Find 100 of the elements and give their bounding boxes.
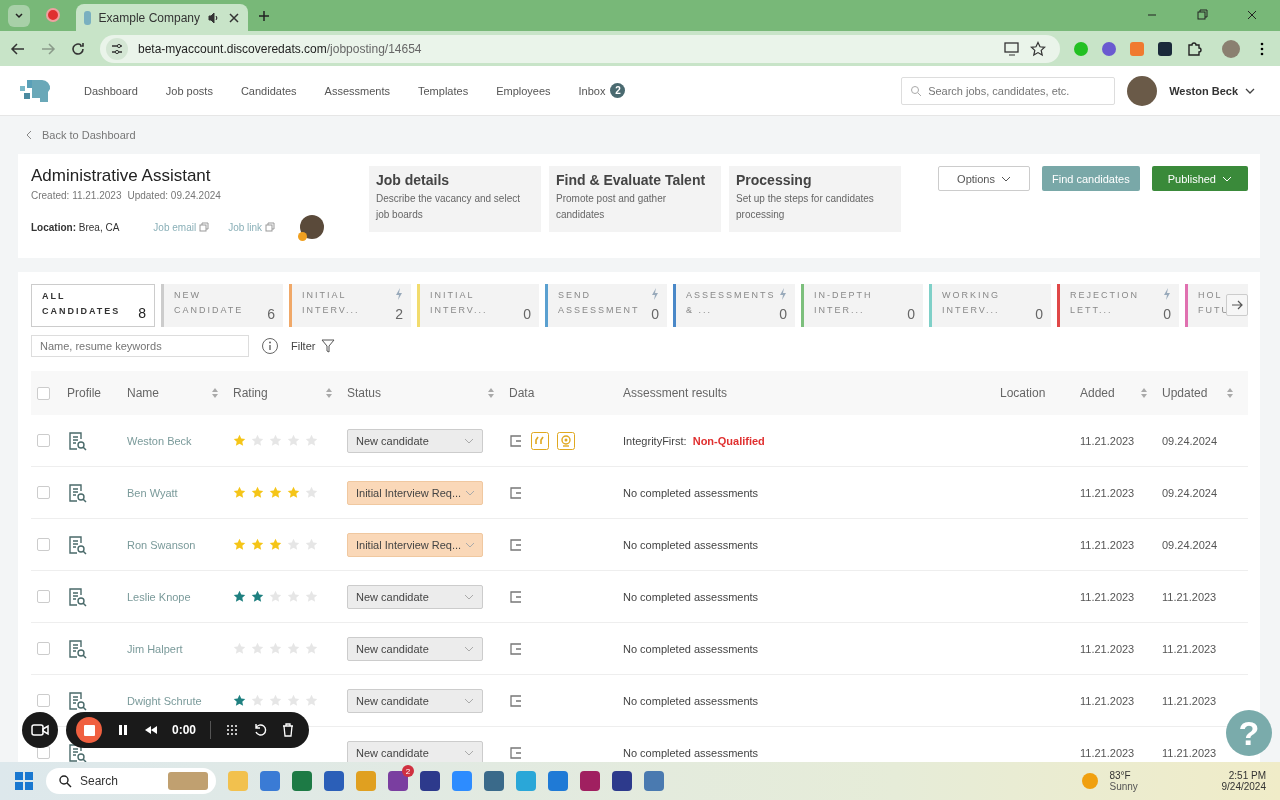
nav-link[interactable]: Inbox — [578, 84, 606, 97]
star-icon[interactable] — [269, 694, 282, 707]
stage-tab[interactable]: INITIAL INTERV... 2 — [289, 284, 411, 327]
column-header[interactable]: Name — [127, 386, 219, 400]
chevron-left-icon[interactable] — [24, 130, 34, 140]
nav-link[interactable]: Candidates — [240, 84, 297, 97]
taskbar-app-icon[interactable] — [292, 771, 312, 791]
forward-arrow-icon[interactable] — [40, 40, 56, 57]
star-icon[interactable] — [269, 434, 282, 447]
row-checkbox[interactable] — [37, 538, 50, 551]
new-tab-icon[interactable] — [258, 10, 270, 22]
stage-tab[interactable]: IN-DEPTH INTER... 0 — [801, 284, 923, 327]
star-icon[interactable] — [233, 538, 246, 551]
notes-icon[interactable] — [509, 433, 523, 448]
copy-icon[interactable] — [265, 222, 276, 232]
resume-search-icon[interactable] — [67, 742, 87, 762]
stage-tab[interactable]: SEND ASSESSMENT 0 — [545, 284, 667, 327]
candidate-name[interactable]: Jim Halpert — [127, 642, 183, 655]
profile-avatar[interactable] — [1222, 39, 1240, 58]
star-icon[interactable] — [269, 538, 282, 551]
nav-link[interactable]: Templates — [418, 84, 469, 97]
taskbar-app-icon[interactable] — [420, 771, 440, 791]
browser-tab[interactable]: Example Company — [76, 4, 248, 31]
status-dropdown[interactable]: Initial Interview Req... — [347, 480, 483, 505]
reload-icon[interactable] — [70, 40, 86, 57]
star-icon[interactable] — [269, 642, 282, 655]
column-header[interactable]: Assessment results — [623, 386, 986, 400]
nav-link[interactable]: Job posts — [165, 84, 213, 97]
candidate-name[interactable]: Dwight Schrute — [127, 694, 202, 707]
star-icon[interactable] — [269, 590, 282, 603]
filter-icon[interactable] — [321, 339, 336, 353]
taskbar-app-icon[interactable] — [644, 771, 664, 791]
star-icon[interactable] — [287, 538, 300, 551]
nav-link[interactable]: Assessments — [324, 84, 390, 97]
step-card[interactable]: Processing Set up the steps for candidates processing — [729, 166, 901, 232]
taskbar-app-icon[interactable] — [612, 771, 632, 791]
star-icon[interactable] — [305, 486, 318, 499]
chevron-down-icon[interactable] — [14, 11, 24, 21]
stage-tab[interactable]: INITIAL INTERV... 0 — [417, 284, 539, 327]
taskbar-app-icon[interactable] — [580, 771, 600, 791]
column-header[interactable]: Location — [1000, 386, 1066, 400]
restart-icon[interactable] — [253, 723, 268, 737]
notes-icon[interactable] — [509, 537, 523, 552]
status-dropdown[interactable]: New candidate — [347, 636, 483, 661]
address-bar[interactable]: beta-myaccount.discoveredats.com/jobposting/14654 — [100, 34, 1060, 63]
certificate-icon[interactable] — [557, 431, 575, 450]
candidate-name[interactable]: Leslie Knope — [127, 590, 191, 603]
star-icon[interactable] — [233, 642, 246, 655]
speaker-icon[interactable] — [208, 11, 220, 24]
stage-tab[interactable]: REJECTION LETT... 0 — [1057, 284, 1179, 327]
row-checkbox[interactable] — [37, 694, 50, 707]
row-checkbox[interactable] — [37, 434, 50, 447]
back-link[interactable]: Back to Dashboard — [42, 129, 136, 141]
rewind-icon[interactable] — [144, 723, 158, 737]
stop-button[interactable] — [76, 717, 102, 743]
star-icon[interactable] — [305, 538, 318, 551]
candidate-name[interactable]: Ben Wyatt — [127, 486, 178, 499]
close-icon[interactable] — [1246, 9, 1258, 21]
status-dropdown[interactable]: New candidate — [347, 740, 483, 762]
back-arrow-icon[interactable] — [10, 40, 26, 57]
taskbar-app-icon[interactable] — [548, 771, 568, 791]
stage-tab[interactable]: WORKING INTERV... 0 — [929, 284, 1051, 327]
taskbar-search[interactable]: Search — [46, 768, 216, 794]
star-icon[interactable] — [287, 434, 300, 447]
notes-icon[interactable] — [509, 641, 523, 656]
star-icon[interactable] — [287, 486, 300, 499]
column-header[interactable]: Status — [347, 386, 495, 400]
grid-icon[interactable] — [225, 723, 240, 737]
star-icon[interactable] — [305, 590, 318, 603]
star-icon[interactable] — [251, 486, 264, 499]
search-input[interactable]: Search jobs, candidates, etc. — [926, 83, 1107, 98]
keyword-search-field[interactable]: Name, resume keywords — [31, 335, 249, 357]
step-card[interactable]: Job details Describe the vacancy and select job boards — [369, 166, 541, 232]
close-icon[interactable] — [228, 11, 240, 24]
star-icon[interactable] — [233, 590, 246, 603]
column-header[interactable]: Rating — [233, 386, 333, 400]
candidate-name[interactable]: Ron Swanson — [127, 538, 196, 551]
star-icon[interactable] — [233, 694, 246, 707]
install-app-icon[interactable] — [1004, 40, 1020, 57]
sort-icon[interactable] — [1140, 387, 1148, 399]
notes-icon[interactable] — [509, 485, 523, 500]
sort-icon[interactable] — [325, 387, 333, 399]
site-settings-icon[interactable] — [106, 37, 128, 60]
row-checkbox[interactable] — [37, 590, 50, 603]
info-icon[interactable] — [261, 337, 279, 355]
star-icon[interactable] — [287, 642, 300, 655]
star-icon[interactable] — [233, 486, 246, 499]
user-avatar[interactable] — [1127, 75, 1158, 106]
star-icon[interactable] — [287, 590, 300, 603]
star-icon[interactable] — [251, 694, 264, 707]
star-icon[interactable] — [233, 434, 246, 447]
star-icon[interactable] — [251, 642, 264, 655]
notes-icon[interactable] — [509, 745, 523, 760]
sort-icon[interactable] — [487, 387, 495, 399]
notes-icon[interactable] — [509, 693, 523, 708]
star-icon[interactable] — [287, 694, 300, 707]
row-checkbox[interactable] — [37, 486, 50, 499]
pause-icon[interactable] — [116, 723, 130, 737]
restore-icon[interactable] — [1196, 9, 1208, 21]
published-button[interactable]: Published — [1151, 166, 1248, 191]
